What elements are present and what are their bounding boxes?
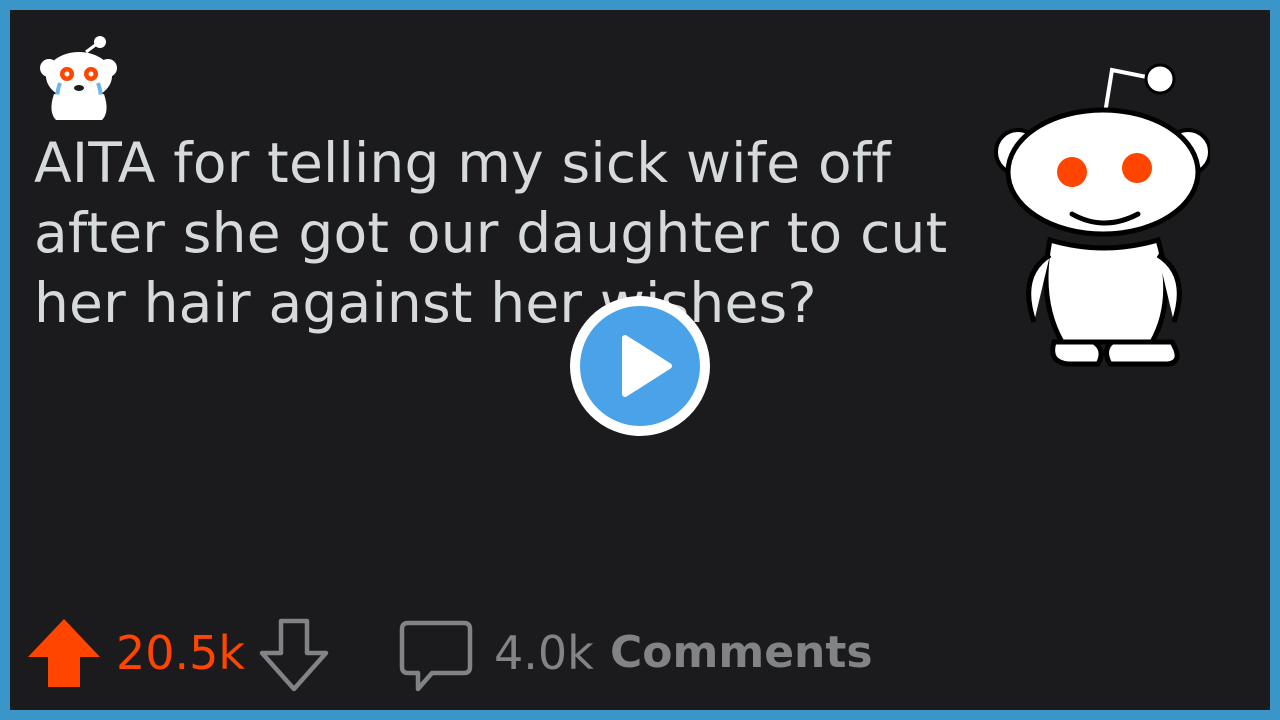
play-button[interactable] [567, 293, 713, 439]
comment-bubble-icon[interactable] [398, 617, 474, 695]
comments-label[interactable]: Comments [610, 625, 873, 681]
video-thumbnail-frame: AITA for telling my sick wife off after … [10, 10, 1270, 710]
post-title: AITA for telling my sick wife off after … [34, 131, 948, 335]
reddit-snoo-icon [994, 63, 1210, 367]
reddit-avatar-icon [40, 36, 117, 120]
comment-count: 4.0k [494, 626, 594, 680]
upvote-arrow-icon[interactable] [26, 615, 102, 691]
downvote-arrow-icon[interactable] [256, 615, 332, 693]
post-actions-bar: 20.5k 4.0k Comments [10, 605, 1270, 695]
vote-score: 20.5k [116, 626, 246, 680]
